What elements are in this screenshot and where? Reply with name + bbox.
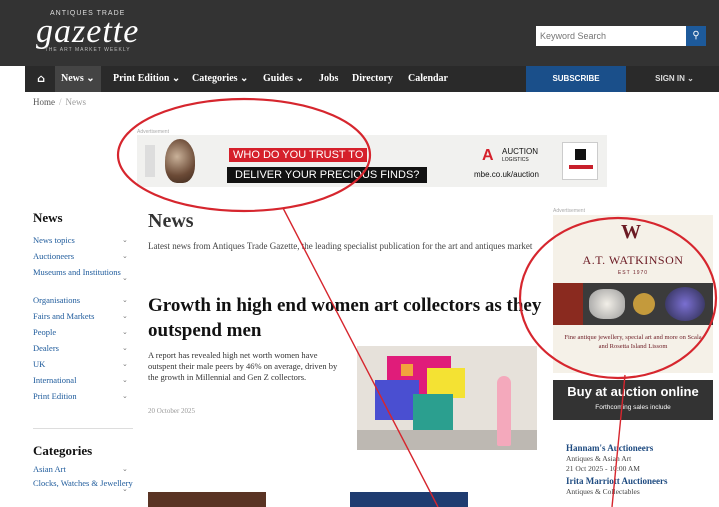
watkinson-tagline: Fine antique jewellery, special art and … xyxy=(564,334,702,350)
nav-home-icon[interactable]: ⌂ xyxy=(33,66,49,92)
sidebar-divider xyxy=(33,428,133,429)
article-headline[interactable]: Growth in high end women art collectors … xyxy=(148,293,548,343)
chevron-down-icon: ⌄ xyxy=(240,73,249,84)
article-teaser: A report has revealed high net worth wom… xyxy=(148,350,338,382)
chevron-down-icon[interactable]: ⌄ xyxy=(122,327,128,337)
chevron-down-icon[interactable]: ⌄ xyxy=(122,235,128,245)
site-header: ANTIQUES TRADE gazette THE ART MARKET WE… xyxy=(0,0,719,66)
nav-item-jobs[interactable]: Jobs xyxy=(319,66,338,92)
page-intro: Latest news from Antiques Trade Gazette,… xyxy=(148,241,533,251)
sidebar-item-people[interactable]: People ⌄ xyxy=(33,327,133,343)
nav-item-news[interactable]: News ⌄ xyxy=(55,66,101,92)
banner-ad[interactable]: WHO DO YOU TRUST TO DELIVER YOUR PRECIOU… xyxy=(137,135,607,187)
sidebar-item-international[interactable]: International ⌄ xyxy=(33,375,133,391)
chevron-down-icon[interactable]: ⌄ xyxy=(122,391,128,401)
sign-in-button[interactable]: SIGN IN ⌄ xyxy=(630,66,719,92)
banner-ad-line1: WHO DO YOU TRUST TO xyxy=(229,148,368,162)
sidebar-news-heading: News xyxy=(33,210,63,225)
chevron-down-icon[interactable]: ⌄ xyxy=(122,295,128,305)
page-title: News xyxy=(148,210,194,232)
watkinson-name: A.T. WATKINSON xyxy=(582,253,684,267)
auction-logistics-text: AUCTION LOGISTICS xyxy=(502,147,538,164)
breadcrumb-home[interactable]: Home xyxy=(33,97,55,107)
nav-item-guides[interactable]: Guides ⌄ xyxy=(263,66,304,92)
chevron-down-icon[interactable]: ⌄ xyxy=(122,375,128,385)
nav-item-print-edition[interactable]: Print Edition ⌄ xyxy=(113,66,180,92)
chevron-down-icon[interactable]: ⌄ xyxy=(122,464,128,474)
sidebar-item-museums[interactable]: Museums and Institutions ⌄ xyxy=(33,267,133,295)
chevron-down-icon[interactable]: ⌄ xyxy=(122,359,128,369)
sidebar-item-news-topics[interactable]: News topics ⌄ xyxy=(33,235,133,251)
chevron-down-icon: ⌄ xyxy=(295,73,304,84)
chevron-down-icon[interactable]: ⌄ xyxy=(122,273,128,283)
person-figure xyxy=(497,376,511,446)
nav-item-categories[interactable]: Categories ⌄ xyxy=(192,66,248,92)
subscribe-button[interactable]: SUBSCRIBE xyxy=(526,66,626,92)
chevron-down-icon: ⌄ xyxy=(86,73,95,84)
sale-category: Antiques & Collectables xyxy=(566,487,640,496)
sidebar-item-auctioneers[interactable]: Auctioneers ⌄ xyxy=(33,251,133,267)
watkinson-ad[interactable]: W A.T. WATKINSON EST 1970 Fine antique j… xyxy=(553,215,713,373)
chevron-down-icon: ⌄ xyxy=(687,74,694,83)
chevron-down-icon: ⌄ xyxy=(171,73,181,84)
nav-item-directory[interactable]: Directory xyxy=(352,66,393,92)
list-item[interactable]: Irita Marriott Auctioneers Antiques & Co… xyxy=(566,476,716,507)
chevron-down-icon[interactable]: ⌄ xyxy=(122,484,128,494)
sidebar-item-asian-art[interactable]: Asian Art ⌄ xyxy=(33,464,133,478)
sale-date: 21 Oct 2025 - 10:00 AM xyxy=(566,464,640,473)
mbe-logo-icon xyxy=(562,142,598,180)
site-logo[interactable]: ANTIQUES TRADE gazette THE ART MARKET WE… xyxy=(36,10,139,53)
search-button[interactable]: ⚲ xyxy=(686,26,706,46)
auctioneer-name[interactable]: Irita Marriott Auctioneers xyxy=(566,476,716,487)
article-image[interactable] xyxy=(357,346,537,450)
logo-wordmark: gazette xyxy=(36,13,140,50)
article-thumbnail[interactable] xyxy=(350,492,468,507)
sidebar-categories-heading: Categories xyxy=(33,443,93,458)
sidebar-categories-list: Asian Art ⌄ Clocks, Watches & Jewellery ⌄ xyxy=(33,464,133,506)
sale-category: Antiques & Asian Art xyxy=(566,454,632,463)
nav-item-calendar[interactable]: Calendar xyxy=(408,66,448,92)
auction-logistics-logo-icon: A xyxy=(482,147,494,164)
chevron-down-icon[interactable]: ⌄ xyxy=(122,343,128,353)
buy-at-auction-subtitle: Forthcoming sales include xyxy=(595,404,671,411)
jewellery-images xyxy=(553,283,713,325)
auctioneer-name[interactable]: Hannam's Auctioneers xyxy=(566,443,716,454)
buy-at-auction-banner[interactable]: Buy at auction online Forthcoming sales … xyxy=(553,380,713,420)
chevron-down-icon[interactable]: ⌄ xyxy=(122,311,128,321)
sidebar-item-dealers[interactable]: Dealers ⌄ xyxy=(33,343,133,359)
banner-ad-url: mbe.co.uk/auction xyxy=(474,170,539,179)
chevron-down-icon[interactable]: ⌄ xyxy=(122,251,128,261)
buy-at-auction-title: Buy at auction online xyxy=(567,384,699,399)
sidebar-item-uk[interactable]: UK ⌄ xyxy=(33,359,133,375)
banner-ad-line2: DELIVER YOUR PRECIOUS FINDS? xyxy=(227,167,428,183)
search-input[interactable] xyxy=(536,26,686,46)
article-thumbnail[interactable] xyxy=(148,492,266,507)
breadcrumb: Home / News xyxy=(33,97,86,107)
sidebar-item-print-edition[interactable]: Print Edition ⌄ xyxy=(33,391,133,407)
sidebar-news-list: News topics ⌄ Auctioneers ⌄ Museums and In… xyxy=(33,235,133,407)
watkinson-est: EST 1970 xyxy=(617,270,649,276)
watkinson-monogram-icon: W xyxy=(621,221,641,243)
sidebar-item-organisations[interactable]: Organisations ⌄ xyxy=(33,295,133,311)
article-date: 20 October 2025 xyxy=(148,407,196,415)
sidebar-item-fairs[interactable]: Fairs and Markets ⌄ xyxy=(33,311,133,327)
vase-image xyxy=(165,139,195,183)
breadcrumb-current: News xyxy=(65,97,87,107)
auction-sales-list: Hannam's Auctioneers Antiques & Asian Ar… xyxy=(566,443,716,507)
ad-vertical-text xyxy=(145,145,155,177)
breadcrumb-separator: / xyxy=(59,97,62,107)
sidebar-item-clocks[interactable]: Clocks, Watches & Jewellery ⌄ xyxy=(33,478,133,506)
logo-subtitle: THE ART MARKET WEEKLY xyxy=(44,47,131,53)
ad-label: Advertisement xyxy=(553,208,585,214)
search-icon: ⚲ xyxy=(692,30,700,41)
